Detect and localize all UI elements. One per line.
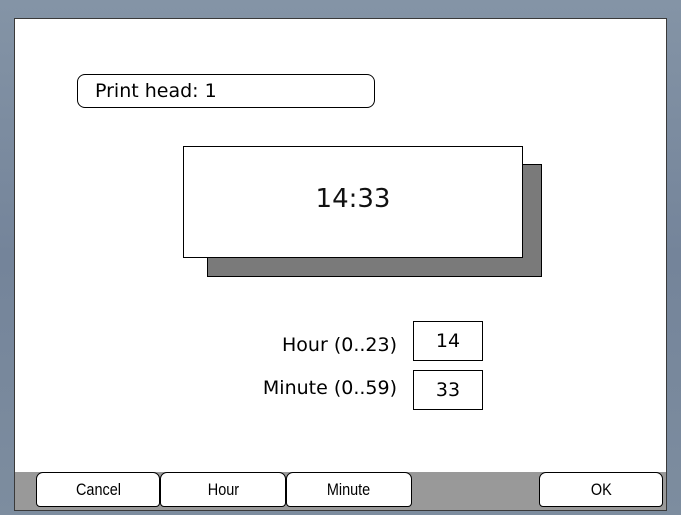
hour-button[interactable]: Hour <box>160 472 286 507</box>
time-value: 14:33 <box>315 184 391 214</box>
minute-button[interactable]: Minute <box>286 472 412 507</box>
time-display: 14:33 <box>183 146 523 258</box>
minute-label: Minute (0..59) <box>262 377 397 399</box>
hour-input[interactable]: 14 <box>413 321 483 361</box>
hour-value: 14 <box>435 330 461 352</box>
hour-button-label: Hour <box>207 480 239 499</box>
print-head-indicator: Print head: 1 <box>77 74 375 108</box>
minute-button-label: Minute <box>327 480 371 499</box>
softkey-bar: Cancel Hour Minute OK <box>15 472 666 510</box>
minute-input[interactable]: 33 <box>413 370 483 410</box>
minute-value: 33 <box>435 379 461 401</box>
print-head-label: Print head: 1 <box>95 80 217 102</box>
cancel-button-label: Cancel <box>75 480 121 499</box>
cancel-button[interactable]: Cancel <box>36 472 160 507</box>
device-frame: Print head: 1 14:33 Hour (0..23) 14 Minu… <box>0 0 681 515</box>
display-screen: Print head: 1 14:33 Hour (0..23) 14 Minu… <box>14 18 667 511</box>
ok-button[interactable]: OK <box>539 472 663 507</box>
hour-label: Hour (0..23) <box>282 334 397 356</box>
ok-button-label: OK <box>590 480 612 499</box>
